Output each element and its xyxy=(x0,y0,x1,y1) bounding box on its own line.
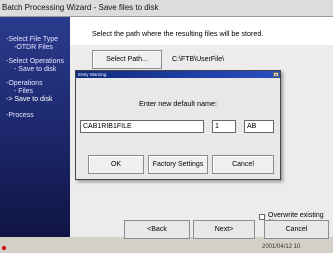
sidebar-item-label: -Operations xyxy=(6,80,43,87)
factory-settings-button[interactable]: Factory Settings xyxy=(148,155,208,174)
dialog-cancel-button[interactable]: Cancel xyxy=(212,155,274,174)
sidebar-item-sublabel: - Save to disk xyxy=(14,66,57,73)
status-indicator-icon xyxy=(2,246,6,250)
sidebar-item-sublabel: -OTDR Files xyxy=(14,44,53,51)
instruction-text: Select the path where the resulting file… xyxy=(92,29,264,38)
sidebar-item-save-to-disk-current: -> Save to disk xyxy=(6,96,68,104)
back-button[interactable]: <Back xyxy=(124,220,190,239)
sidebar-item-process: -Process xyxy=(6,112,68,120)
default-name-dialog: Entry Warning × Enter new default name: … xyxy=(75,70,281,180)
instruction-header: Select the path where the resulting file… xyxy=(70,17,333,45)
status-datetime: 2001/04/12 10 xyxy=(262,244,301,250)
default-name-input[interactable]: CAB1RIB1FILE xyxy=(80,120,204,133)
select-path-button[interactable]: Select Path... xyxy=(92,50,162,69)
sidebar-item-label: -Process xyxy=(6,112,34,119)
sidebar-item-select-operations: -Select Operations - Save to disk xyxy=(6,58,68,74)
sidebar-item-sublabel: - Files xyxy=(14,88,34,95)
sidebar-item-label: -Select Operations xyxy=(6,58,64,65)
dialog-prompt: Enter new default name: xyxy=(139,99,217,108)
suffix-input[interactable]: AB xyxy=(244,120,274,133)
sidebar-item-label: -Select File Type xyxy=(6,36,59,43)
dialog-title-bar: Entry Warning × xyxy=(76,71,280,78)
dialog-title: Entry Warning xyxy=(78,72,107,77)
cancel-button[interactable]: Cancel xyxy=(264,220,329,239)
window-title-bar: Batch Processing Wizard - Save files to … xyxy=(0,0,333,17)
sidebar-item-select-file-type: -Select File Type -OTDR Files xyxy=(6,36,68,52)
path-value: C:\FTB\UserFile\ xyxy=(172,56,225,63)
ok-button[interactable]: OK xyxy=(88,155,144,174)
next-button[interactable]: Next> xyxy=(193,220,255,239)
sidebar-item-operations: -Operations - Files xyxy=(6,80,68,96)
number-input[interactable]: 1 xyxy=(212,120,236,133)
sidebar-item-sublabel: -> Save to disk xyxy=(6,96,53,103)
close-icon[interactable]: × xyxy=(273,72,279,77)
window-title: Batch Processing Wizard - Save files to … xyxy=(2,3,159,12)
wizard-steps-sidebar: -Select File Type -OTDR Files -Select Op… xyxy=(0,17,70,247)
